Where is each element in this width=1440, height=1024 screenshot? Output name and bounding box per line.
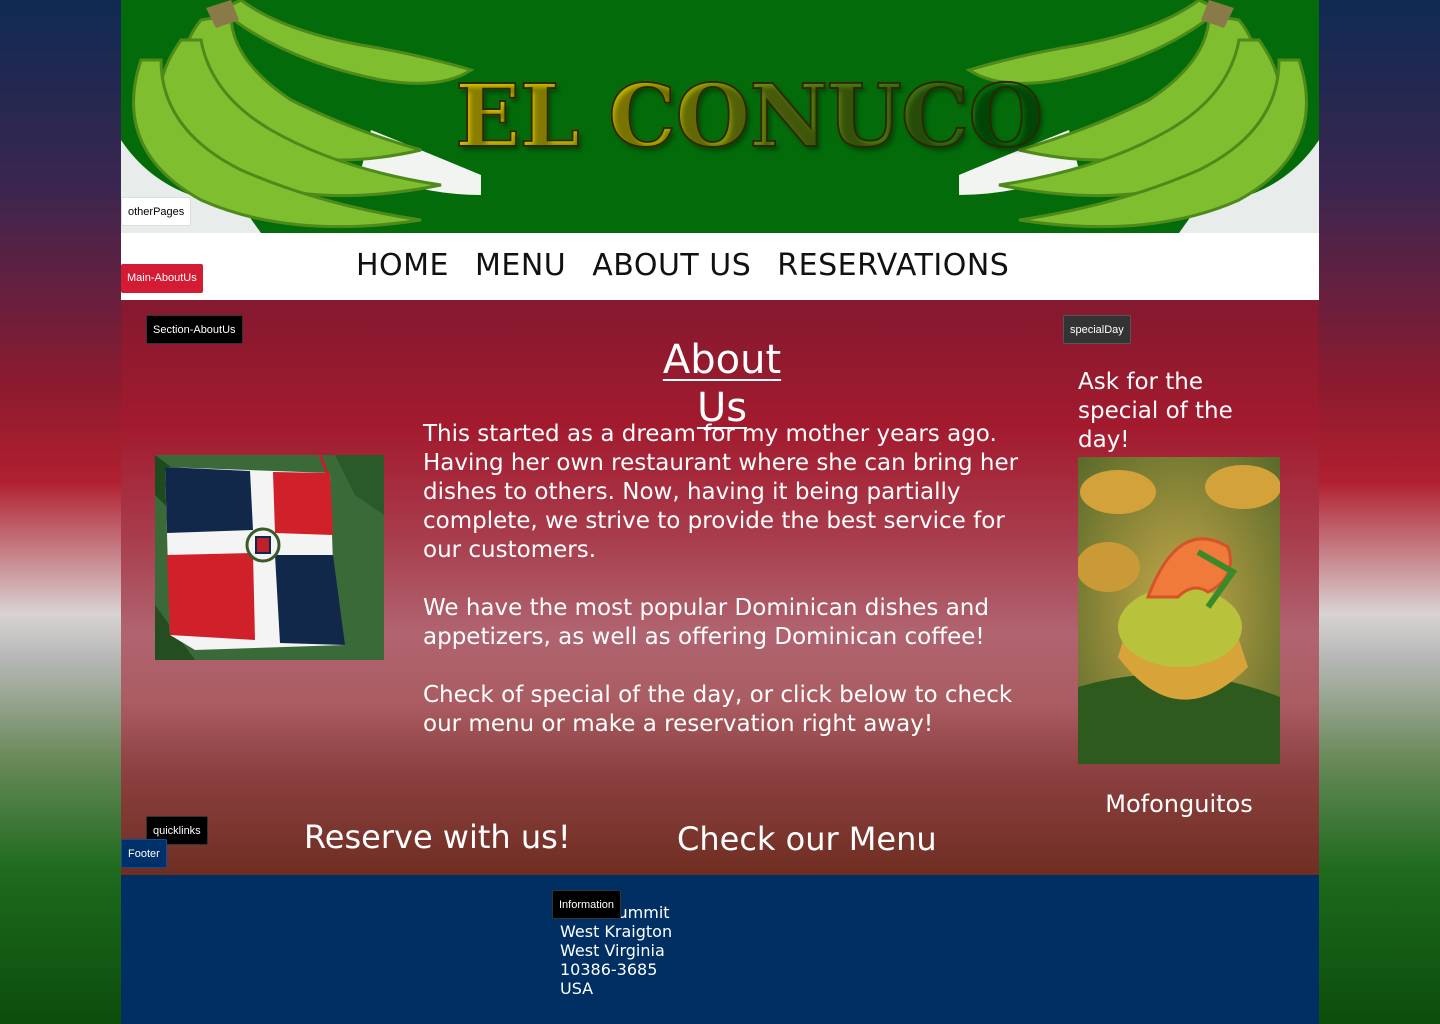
tag-information: Information [552, 890, 622, 919]
page: EL CONUCO HOME MENU ABOUT US RESERVATION… [121, 0, 1319, 1024]
about-us-heading: About Us [662, 337, 782, 431]
about-us-text: This started as a dream for my mother ye… [423, 420, 1043, 768]
footer [121, 875, 1319, 1024]
nav-link-home[interactable]: HOME [356, 247, 449, 285]
nav-link-reservations[interactable]: RESERVATIONS [777, 247, 1009, 285]
site-logo-text: EL CONUCO [454, 62, 1044, 172]
tag-special-day: specialDay [1063, 315, 1131, 344]
nav-link-menu[interactable]: MENU [475, 247, 566, 285]
address-line: 10386-3685 [560, 960, 658, 979]
special-dish-caption: Mofonguitos [1105, 790, 1253, 818]
nav-link-about-us[interactable]: ABOUT US [592, 247, 751, 285]
header-banner: EL CONUCO [121, 0, 1319, 233]
tag-other-pages: otherPages [121, 197, 192, 226]
about-paragraph-1: This started as a dream for my mother ye… [423, 421, 1019, 563]
special-day-title: Ask for the special of the day! [1078, 369, 1233, 453]
tag-main-about-us: Main-AboutUs [121, 264, 203, 293]
address-line: USA [560, 979, 594, 998]
mofonguitos-image [1078, 457, 1280, 764]
about-paragraph-2: We have the most popular Dominican dishe… [423, 595, 989, 650]
dominican-flag-image [155, 455, 384, 660]
about-paragraph-3: Check of special of the day, or click be… [423, 682, 1013, 737]
address-line: West Virginia [560, 941, 665, 960]
nav-links: HOME MENU ABOUT US RESERVATIONS [356, 247, 1009, 285]
tag-footer: Footer [121, 839, 167, 868]
address-line: West Kraigton [560, 922, 673, 941]
check-menu-link[interactable]: Check our Menu [677, 818, 937, 860]
main-navigation: HOME MENU ABOUT US RESERVATIONS [121, 233, 1319, 300]
tag-section-about-us: Section-AboutUs [146, 315, 243, 344]
reserve-link[interactable]: Reserve with us! [304, 816, 571, 858]
